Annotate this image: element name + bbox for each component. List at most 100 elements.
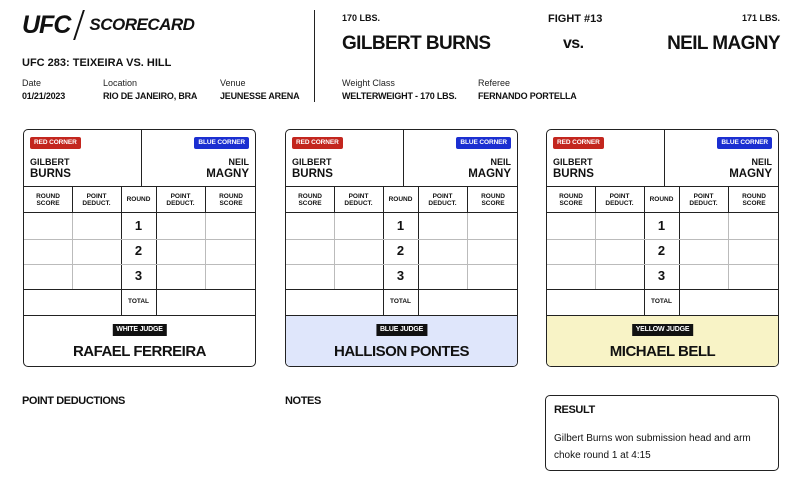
blue-first-name: NEIL [751, 157, 772, 167]
total-label: TOTAL [650, 298, 673, 305]
weight-class-value: WELTERWEIGHT - 170 LBS. [342, 91, 457, 101]
red-last-name: BURNS [292, 168, 333, 180]
round-score-header: ROUND SCORE [481, 192, 505, 207]
total-row-line [547, 289, 778, 291]
location-value: RIO DE JANEIRO, BRA [103, 91, 198, 101]
round-number-1: 1 [134, 218, 143, 233]
venue-label: Venue [220, 78, 246, 88]
total-label: TOTAL [127, 298, 150, 305]
column-line [334, 187, 336, 213]
round-number-3: 3 [657, 268, 666, 283]
blue-last-name: MAGNY [468, 168, 511, 180]
round-number-3: 3 [396, 268, 405, 283]
point-deduct-header: POINT DEDUCT. [82, 192, 111, 207]
round-number-2: 2 [657, 243, 666, 258]
round-score-header: ROUND SCORE [298, 192, 322, 207]
grid-line [728, 213, 729, 290]
scorecard-title: SCORECARD [89, 15, 195, 34]
round-column-line [156, 187, 158, 315]
point-deduct-header: POINT DEDUCT. [344, 192, 373, 207]
corner-divider [141, 130, 143, 187]
row-line [286, 264, 517, 265]
ufc-scorecard-logo: UFC SCORECARD [22, 10, 195, 40]
red-last-name: BURNS [553, 168, 594, 180]
grid-line [334, 213, 335, 290]
judge-tag: BLUE JUDGE [375, 324, 428, 336]
round-header: ROUND [388, 196, 413, 203]
venue-value: JEUNESSE ARENA [220, 91, 300, 101]
round-header: ROUND [649, 196, 674, 203]
blue-first-name: NEIL [228, 157, 249, 167]
round-header: ROUND [126, 196, 151, 203]
round-number-1: 1 [657, 218, 666, 233]
referee-value: FERNANDO PORTELLA [478, 91, 577, 101]
judge-name: HALLISON PONTES [333, 343, 470, 360]
column-line [595, 187, 597, 213]
round-number-1: 1 [396, 218, 405, 233]
red-corner-badge: RED CORNER [30, 137, 81, 149]
logo-divider [73, 10, 86, 40]
weight-class-label: Weight Class [342, 78, 395, 88]
blue-corner-badge: BLUE CORNER [194, 137, 249, 149]
total-label: TOTAL [389, 298, 412, 305]
round-column-line [418, 187, 420, 315]
grid-line [467, 213, 468, 290]
grid-line [595, 213, 596, 290]
red-corner-badge: RED CORNER [292, 137, 343, 149]
date-label: Date [22, 78, 42, 88]
column-line [72, 187, 74, 213]
scorecard-blue-judge: RED CORNER BLUE CORNER GILBERT BURNS NEIL MAG… [285, 129, 518, 367]
round-number-2: 2 [134, 243, 143, 258]
row-line [286, 239, 517, 240]
round-score-header: ROUND SCORE [219, 192, 243, 207]
blue-corner-badge: BLUE CORNER [717, 137, 772, 149]
round-score-header: ROUND SCORE [742, 192, 766, 207]
scorecard-yellow-judge: RED CORNER BLUE CORNER GILBERT BURNS NEIL MAG… [546, 129, 779, 367]
row-line [547, 239, 778, 240]
red-fighter-weight: 170 LBS. [342, 13, 381, 23]
red-last-name: BURNS [30, 168, 71, 180]
red-first-name: GILBERT [292, 157, 332, 167]
notes-heading: NOTES [285, 395, 321, 407]
column-line [467, 187, 469, 213]
blue-last-name: MAGNY [729, 168, 772, 180]
location-label: Location [103, 78, 138, 88]
blue-corner-badge: BLUE CORNER [456, 137, 511, 149]
blue-last-name: MAGNY [206, 168, 249, 180]
column-line [205, 187, 207, 213]
point-deductions-heading: POINT DEDUCTIONS [22, 395, 125, 407]
scorecard-white-judge: RED CORNER BLUE CORNER GILBERT BURNS NEIL MAG… [23, 129, 256, 367]
result-text: Gilbert Burns won submission head and ar… [554, 433, 751, 461]
point-deduct-header: POINT DEDUCT. [689, 192, 718, 207]
ufc-logo-text: UFC [22, 10, 71, 39]
corner-divider [664, 130, 666, 187]
total-row-line [286, 289, 517, 291]
round-number-2: 2 [396, 243, 405, 258]
red-first-name: GILBERT [30, 157, 70, 167]
result-title: RESULT [554, 404, 595, 416]
versus-text: vs. [563, 35, 584, 52]
result-box: RESULT Gilbert Burns won submission head… [545, 395, 779, 471]
judge-box: WHITE JUDGE RAFAEL FERREIRA [24, 315, 255, 366]
red-first-name: GILBERT [553, 157, 593, 167]
column-header-row: ROUND SCORE POINT DEDUCT. ROUND POINT DEDUC… [286, 187, 517, 213]
corner-divider [403, 130, 405, 187]
point-deduct-header: POINT DEDUCT. [605, 192, 634, 207]
judge-tag: WHITE JUDGE [112, 324, 167, 336]
judge-name: MICHAEL BELL [609, 343, 716, 360]
grid-line [205, 213, 206, 290]
blue-fighter-weight: 171 LBS. [741, 13, 780, 23]
round-column-line [679, 187, 681, 315]
row-line [24, 264, 255, 265]
column-header-row: ROUND SCORE POINT DEDUCT. ROUND POINT DEDUC… [24, 187, 255, 213]
judge-box: BLUE JUDGE HALLISON PONTES [286, 315, 517, 366]
column-header-row: ROUND SCORE POINT DEDUCT. ROUND POINT DEDUC… [547, 187, 778, 213]
date-value: 01/21/2023 [22, 91, 66, 101]
round-score-header: ROUND SCORE [36, 192, 60, 207]
judge-box: YELLOW JUDGE MICHAEL BELL [547, 315, 778, 366]
round-number-3: 3 [134, 268, 143, 283]
total-row-line [24, 289, 255, 291]
header-divider [314, 10, 315, 102]
row-line [547, 264, 778, 265]
judge-name: RAFAEL FERREIRA [72, 343, 207, 360]
